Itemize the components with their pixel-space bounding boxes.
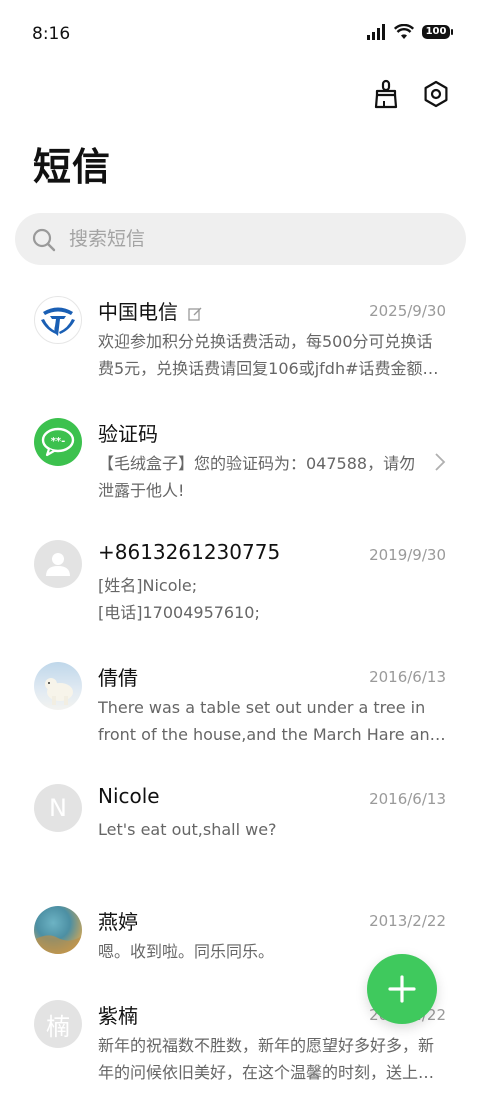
person-icon xyxy=(46,553,70,576)
chat-bubble-icon: **- xyxy=(41,427,75,457)
message-date: 2019/9/30 xyxy=(369,546,446,564)
message-date: 2016/6/13 xyxy=(369,790,446,808)
settings-icon xyxy=(424,80,448,108)
message-preview: 欢迎参加积分兑换话费活动，每500分可兑换话费5元，兑换话费请回复106或jfd… xyxy=(98,332,439,378)
avatar-initial: N xyxy=(49,794,67,822)
status-bar: 8:16 100 xyxy=(0,0,480,70)
avatar-initial: 楠 xyxy=(46,1012,70,1041)
settings-button[interactable] xyxy=(420,78,452,110)
search-icon xyxy=(32,228,56,252)
china-telecom-logo-icon xyxy=(41,307,75,336)
avatar xyxy=(34,906,82,954)
avatar: **- xyxy=(34,418,82,466)
message-preview: Let's eat out,shall we? xyxy=(98,820,277,839)
message-item-verification-code[interactable]: **- 验证码 【毛绒盒子】您的验证码为：047588，请勿泄露于他人! xyxy=(0,406,480,528)
contact-name: 验证码 xyxy=(98,422,158,446)
message-preview: 【毛绒盒子】您的验证码为：047588，请勿泄露于他人! xyxy=(98,454,416,500)
message-preview: 新年的祝福数不胜数，新年的愿望好多好多，新年的问候依旧美好，在这个温馨的时刻，送… xyxy=(98,1036,435,1082)
signal-icon xyxy=(367,24,385,40)
avatar xyxy=(34,540,82,588)
landscape-image-icon xyxy=(34,935,82,954)
polar-bear-image-icon xyxy=(45,678,73,705)
search-bar[interactable] xyxy=(15,213,466,265)
avatar xyxy=(34,296,82,344)
search-input[interactable] xyxy=(69,213,449,265)
contact-name: 燕婷 xyxy=(98,910,138,934)
page-title: 短信 xyxy=(33,145,112,189)
battery-indicator: 100 xyxy=(422,25,453,39)
new-message-button[interactable] xyxy=(367,954,437,1024)
broom-icon xyxy=(374,79,398,109)
contact-name: Nicole xyxy=(98,784,160,808)
contact-name: 中国电信 xyxy=(98,296,202,325)
avatar: 楠 xyxy=(34,1000,82,1048)
clean-button[interactable] xyxy=(370,78,402,110)
plus-icon xyxy=(388,975,416,1003)
message-item-phone[interactable]: +8613261230775 2019/9/30 [姓名]Nicole; [电话… xyxy=(0,528,480,650)
avatar xyxy=(34,662,82,710)
contact-name: 紫楠 xyxy=(98,1004,138,1028)
message-item-china-telecom[interactable]: 中国电信 2025/9/30 欢迎参加积分兑换话费活动，每500分可兑换话费5元… xyxy=(0,284,480,406)
svg-text:**-: **- xyxy=(51,436,66,447)
message-date: 2025/9/30 xyxy=(369,302,446,320)
message-item-qianqian[interactable]: 倩倩 2016/6/13 There was a table set out u… xyxy=(0,650,480,772)
top-actions xyxy=(370,78,452,110)
contact-name: +8613261230775 xyxy=(98,540,281,564)
chevron-right-icon xyxy=(435,453,446,471)
contact-name: 倩倩 xyxy=(98,666,138,690)
status-time: 8:16 xyxy=(32,24,71,44)
message-preview: There was a table set out under a tree i… xyxy=(98,698,440,744)
avatar: N xyxy=(34,784,82,832)
message-date: 2016/6/13 xyxy=(369,668,446,686)
message-item-nicole[interactable]: N Nicole 2016/6/13 Let's eat out,shall w… xyxy=(0,772,480,894)
edit-icon xyxy=(188,307,202,321)
message-date: 2013/2/22 xyxy=(369,912,446,930)
status-icons: 100 xyxy=(366,24,453,40)
message-preview: [姓名]Nicole; [电话]17004957610; xyxy=(98,576,260,622)
wifi-icon xyxy=(394,24,414,39)
